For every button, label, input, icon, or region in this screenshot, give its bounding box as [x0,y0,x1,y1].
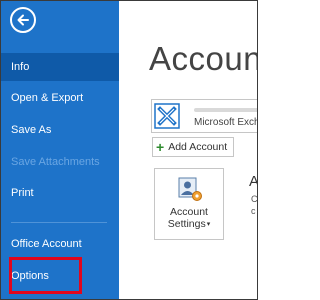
add-account-label: Add Account [168,141,228,153]
back-arrow-icon [17,14,29,26]
account-panel: Account Microsoft Exch + Add Account [119,1,257,299]
account-email-blurred [194,108,257,112]
nav-item-open-export[interactable]: Open & Export [1,84,119,112]
backstage-window: Info Open & Export Save As Save Attachme… [0,0,258,300]
account-type-label: Microsoft Exch [194,117,257,128]
nav-item-save-as[interactable]: Save As [1,116,119,144]
account-settings-heading-cut: A [249,173,257,190]
desc-line-1: C [251,194,257,204]
account-selector[interactable]: Microsoft Exch [151,99,257,133]
settings-label-line2: Settings [167,218,206,230]
account-settings-label: Account Settings▾ [155,206,223,231]
nav-item-office-account[interactable]: Office Account [1,230,119,258]
plus-icon: + [156,139,165,155]
nav-item-save-attachments: Save Attachments [11,156,100,168]
dropdown-caret-icon: ▾ [206,221,211,228]
add-account-button[interactable]: + Add Account [152,137,235,157]
nav-item-print[interactable]: Print [1,179,119,207]
account-settings-icon [178,177,202,201]
account-settings-button[interactable]: Account Settings▾ [154,168,224,240]
exchange-icon [154,103,180,129]
settings-label-line1: Account [170,206,208,218]
backstage-sidebar: Info Open & Export Save As Save Attachme… [1,1,119,299]
account-settings-desc-cut: C c [251,193,257,217]
page-title: Account [149,40,257,77]
options-highlight-box [9,257,82,294]
sidebar-divider [11,222,107,223]
back-button[interactable] [10,7,36,33]
desc-line-2: c [251,206,256,216]
nav-item-info[interactable]: Info [1,53,119,81]
